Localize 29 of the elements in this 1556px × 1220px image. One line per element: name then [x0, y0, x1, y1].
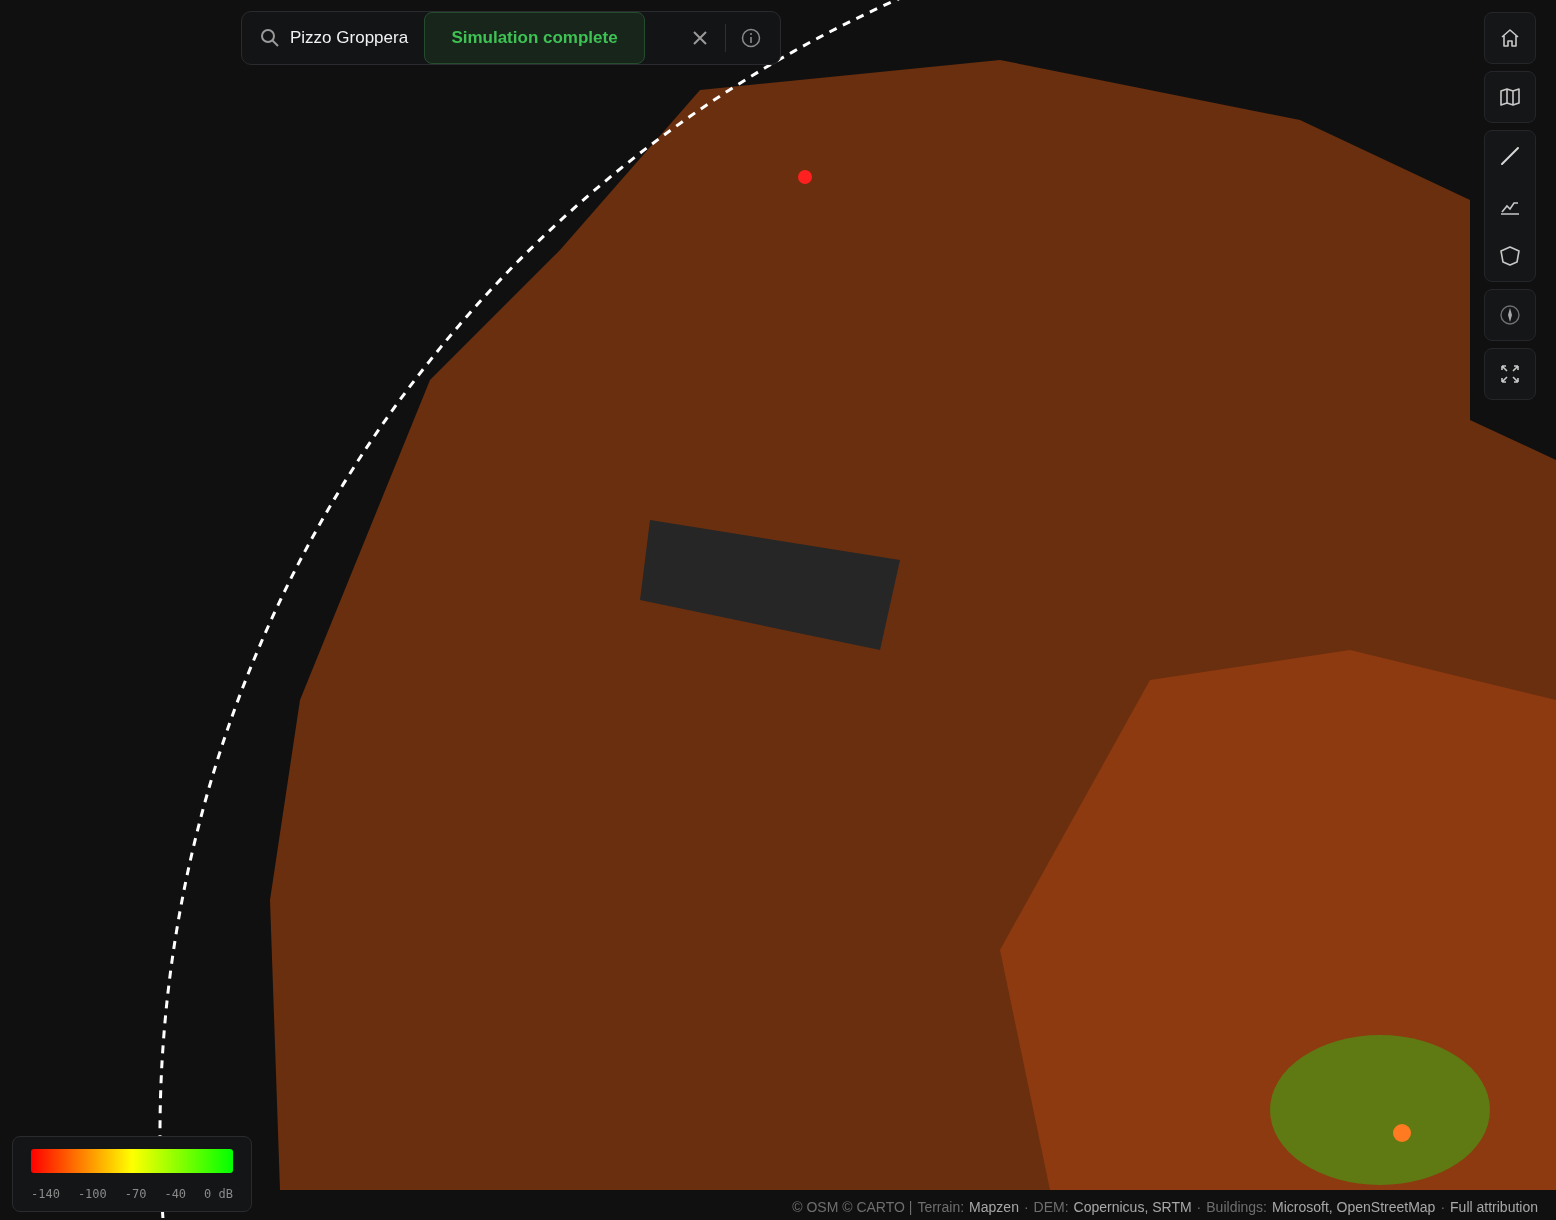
- compass-icon: [1499, 304, 1521, 326]
- attribution-label: DEM:: [1033, 1198, 1069, 1217]
- attribution-link[interactable]: Microsoft, OpenStreetMap: [1272, 1197, 1436, 1218]
- search-icon: [260, 28, 280, 48]
- polygon-icon: [1499, 245, 1521, 267]
- search-input[interactable]: Pizzo Groppera: [290, 25, 418, 51]
- info-icon: [741, 28, 761, 48]
- transmitter-marker[interactable]: [1393, 1124, 1411, 1142]
- legend-tick-label: -40: [164, 1186, 187, 1203]
- attribution-link[interactable]: Mapzen: [969, 1197, 1019, 1218]
- full-attribution-link[interactable]: Full attribution: [1450, 1197, 1538, 1218]
- legend-tick-label: -140: [31, 1186, 60, 1203]
- separator-text: ·: [1023, 1198, 1029, 1217]
- home-icon: [1499, 27, 1521, 49]
- fullscreen-icon: [1499, 363, 1521, 385]
- receiver-marker[interactable]: [798, 170, 812, 184]
- separator-text: ·: [1440, 1198, 1446, 1217]
- ruler-line-icon: [1499, 145, 1521, 167]
- attribution-label: Buildings:: [1206, 1198, 1267, 1217]
- attribution-label: Terrain:: [917, 1198, 965, 1217]
- map-icon: [1499, 86, 1521, 108]
- close-icon: [692, 30, 708, 46]
- legend-tick-label: -70: [124, 1186, 147, 1203]
- attribution-text: © OSM © CARTO |: [792, 1198, 913, 1217]
- separator-text: ·: [1196, 1198, 1202, 1217]
- toast-message: Simulation complete: [451, 27, 618, 50]
- legend-tick-label: 0 dB: [204, 1186, 233, 1203]
- legend-tick-label: -100: [77, 1186, 107, 1203]
- attribution-link[interactable]: Copernicus, SRTM: [1073, 1197, 1192, 1218]
